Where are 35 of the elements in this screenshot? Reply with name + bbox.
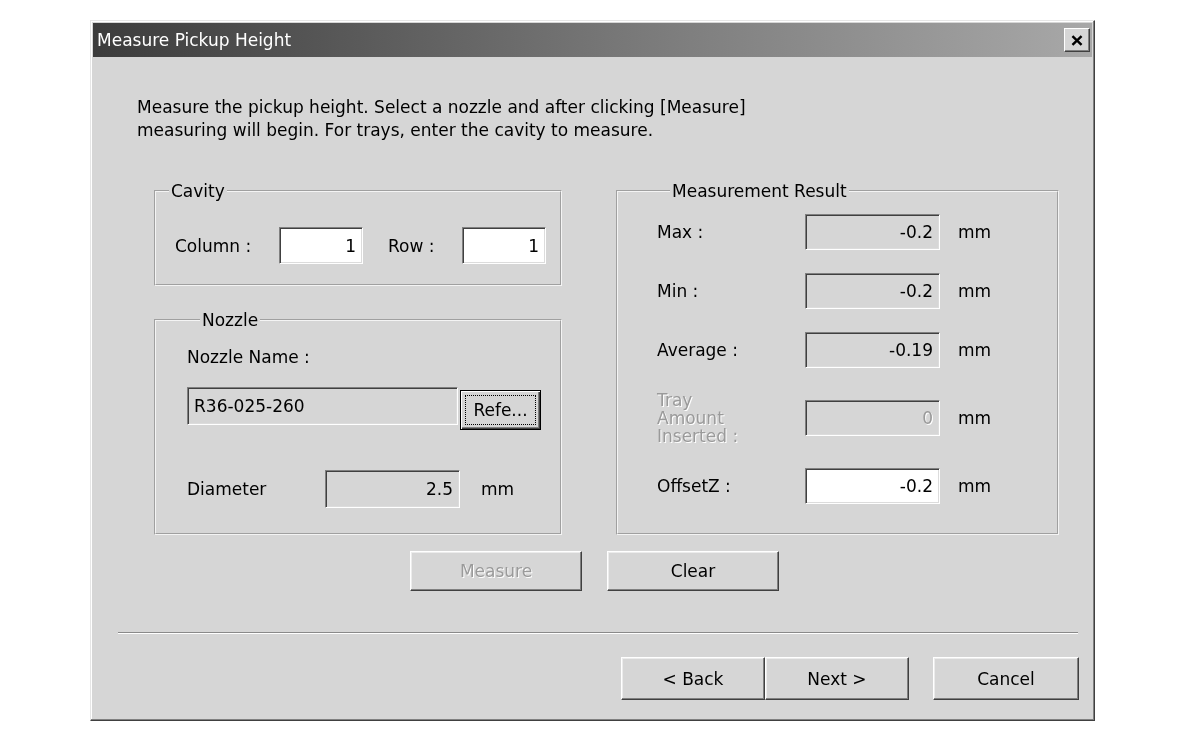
field-label: Min : xyxy=(657,280,700,302)
cavity-input[interactable]: 1 xyxy=(462,227,546,264)
group-title: Nozzle xyxy=(201,310,260,330)
reference-button[interactable]: Refe... xyxy=(460,390,541,430)
result-field[interactable]: -0.2 xyxy=(805,468,940,504)
group-title: Cavity xyxy=(170,181,226,201)
field-label: Nozzle Name : xyxy=(187,346,311,368)
group-title: Measurement Result xyxy=(671,181,848,201)
next-button[interactable]: Next > xyxy=(765,657,909,700)
unit-label: mm xyxy=(958,280,992,302)
field-label: OffsetZ : xyxy=(657,475,732,497)
unit-label: mm xyxy=(481,478,515,500)
unit-label: mm xyxy=(958,221,992,243)
close-icon xyxy=(1071,34,1083,46)
instruction-text: Measure the pickup height. Select a nozzle and after clicking [Measure] measuring will begin. For trays, enter the cavity to measure. xyxy=(137,96,747,142)
cavity-input[interactable]: 1 xyxy=(279,227,363,264)
nozzle-name-field[interactable]: R36-025-260 xyxy=(187,387,458,425)
field-label: Column : xyxy=(175,234,253,257)
field-label: Tray Amount Inserted : xyxy=(657,391,740,445)
clear-button[interactable]: Clear xyxy=(607,551,779,591)
window-title: Measure Pickup Height xyxy=(97,29,292,51)
result-field[interactable]: -0.2 xyxy=(805,214,940,250)
unit-label: mm xyxy=(958,339,992,361)
field-label: Diameter xyxy=(187,478,268,500)
cancel-button[interactable]: Cancel xyxy=(933,657,1079,700)
field-label: Row : xyxy=(388,234,436,257)
field-label: Average : xyxy=(657,339,739,361)
field-label: Max : xyxy=(657,221,705,243)
result-field[interactable]: -0.19 xyxy=(805,332,940,368)
diameter-field[interactable]: 2.5 xyxy=(325,470,460,508)
unit-label: mm xyxy=(958,407,992,429)
unit-label: mm xyxy=(958,475,992,497)
back-button[interactable]: < Back xyxy=(621,657,765,700)
result-field[interactable]: -0.2 xyxy=(805,273,940,309)
close-button[interactable] xyxy=(1064,28,1090,52)
